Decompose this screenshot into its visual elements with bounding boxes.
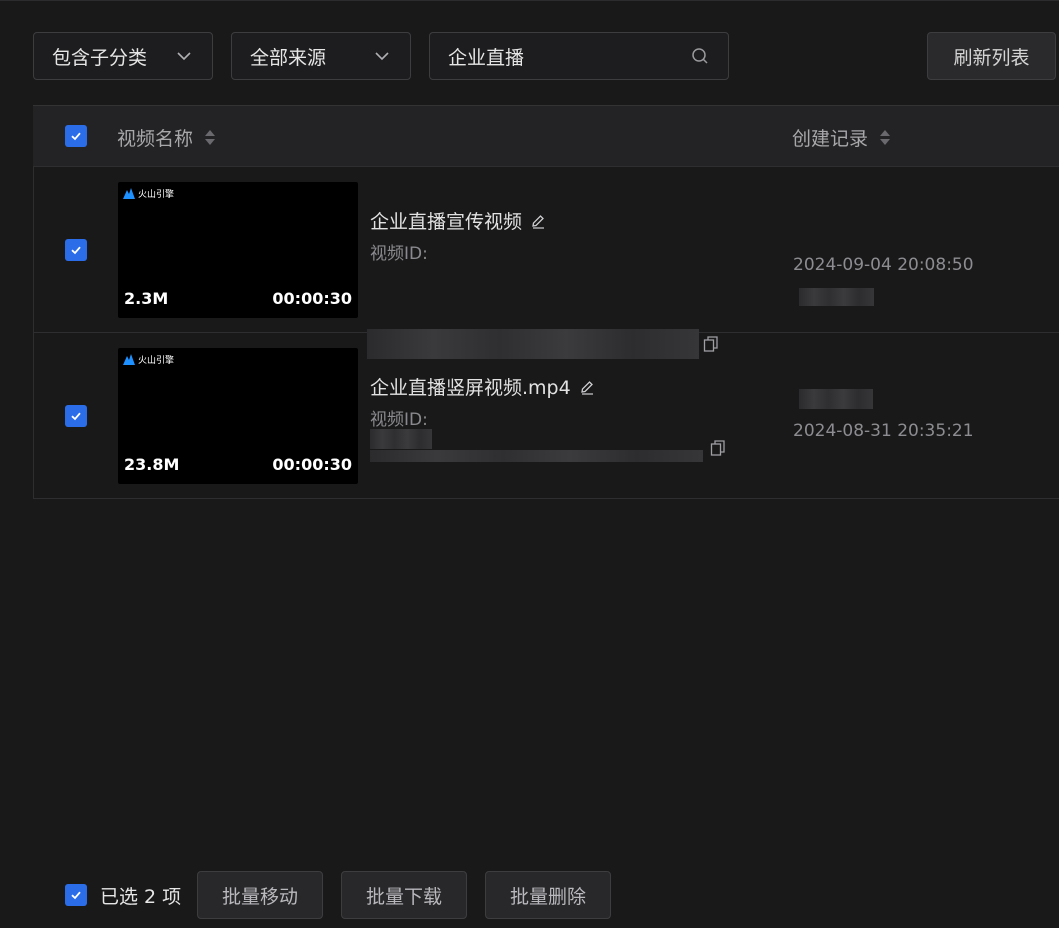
search-input-value[interactable]: 企业直播 — [448, 43, 524, 70]
brand-name: 火山引擎 — [138, 356, 175, 366]
sort-icon[interactable] — [880, 130, 891, 145]
mountain-logo-icon — [123, 354, 135, 365]
check-icon — [71, 132, 81, 141]
source-filter-dropdown[interactable]: 全部来源 — [231, 32, 411, 80]
file-size: 2.3M — [124, 289, 169, 308]
video-table: 视频名称 创建记录 火山引擎 2.3M 00:00:30 企业直播宣传视频 视频… — [33, 105, 1059, 499]
video-id-redacted — [370, 450, 703, 462]
table-header: 视频名称 创建记录 — [33, 105, 1059, 167]
video-title-text: 企业直播宣传视频 — [370, 211, 523, 233]
brand-logo: 火山引擎 — [123, 353, 174, 366]
search-input[interactable]: 企业直播 — [429, 32, 729, 80]
column-header-name[interactable]: 视频名称 — [117, 124, 216, 151]
edit-icon[interactable] — [579, 379, 595, 395]
selected-checkbox[interactable] — [65, 884, 87, 906]
video-id-label: 视频ID: — [370, 410, 428, 430]
column-created-label: 创建记录 — [792, 128, 869, 150]
batch-delete-button[interactable]: 批量删除 — [485, 871, 612, 919]
table-row: 火山引擎 23.8M 00:00:30 企业直播竖屏视频.mp4 视频ID: 2… — [33, 333, 1059, 499]
brand-name: 火山引擎 — [138, 190, 175, 200]
batch-action-bar: 已选 2 项 批量移动 批量下载 批量删除 — [65, 871, 629, 919]
search-icon[interactable] — [690, 46, 710, 66]
creator-redacted — [799, 389, 873, 409]
table-row: 火山引擎 2.3M 00:00:30 企业直播宣传视频 视频ID: 2024-0… — [33, 167, 1059, 359]
video-thumbnail[interactable]: 火山引擎 23.8M 00:00:30 — [118, 348, 358, 484]
video-thumbnail[interactable]: 火山引擎 2.3M 00:00:30 — [118, 182, 358, 318]
mountain-logo-icon — [123, 188, 135, 199]
batch-download-button[interactable]: 批量下载 — [341, 871, 468, 919]
created-time: 2024-09-04 20:08:50 — [793, 255, 974, 275]
chevron-down-icon — [375, 52, 389, 61]
row-checkbox[interactable] — [65, 239, 87, 261]
check-icon — [71, 412, 81, 421]
sort-icon[interactable] — [205, 130, 216, 145]
video-duration: 00:00:30 — [272, 455, 352, 474]
top-divider — [0, 0, 1059, 1]
created-time: 2024-08-31 20:35:21 — [793, 421, 974, 441]
video-title: 企业直播宣传视频 — [370, 207, 546, 234]
chevron-down-icon — [177, 52, 191, 61]
column-header-created[interactable]: 创建记录 — [792, 124, 891, 151]
edit-icon[interactable] — [530, 213, 546, 229]
video-duration: 00:00:30 — [272, 289, 352, 308]
video-title-text: 企业直播竖屏视频.mp4 — [370, 377, 571, 399]
brand-logo: 火山引擎 — [123, 187, 174, 200]
source-filter-value: 全部来源 — [250, 46, 327, 69]
refresh-list-button[interactable]: 刷新列表 — [927, 32, 1056, 80]
video-title: 企业直播竖屏视频.mp4 — [370, 373, 595, 400]
selected-count: 已选 2 项 — [100, 885, 182, 908]
copy-icon[interactable] — [710, 439, 726, 457]
check-icon — [71, 891, 81, 900]
batch-move-button[interactable]: 批量移动 — [197, 871, 324, 919]
file-size: 23.8M — [124, 455, 180, 474]
category-filter-value: 包含子分类 — [52, 46, 148, 69]
creator-redacted — [799, 288, 874, 306]
row-checkbox[interactable] — [65, 405, 87, 427]
column-name-label: 视频名称 — [117, 128, 194, 150]
video-id-redacted — [370, 429, 432, 449]
video-id-label: 视频ID: — [370, 244, 428, 264]
select-all-checkbox[interactable] — [65, 125, 87, 147]
check-icon — [71, 246, 81, 255]
category-filter-dropdown[interactable]: 包含子分类 — [33, 32, 213, 80]
